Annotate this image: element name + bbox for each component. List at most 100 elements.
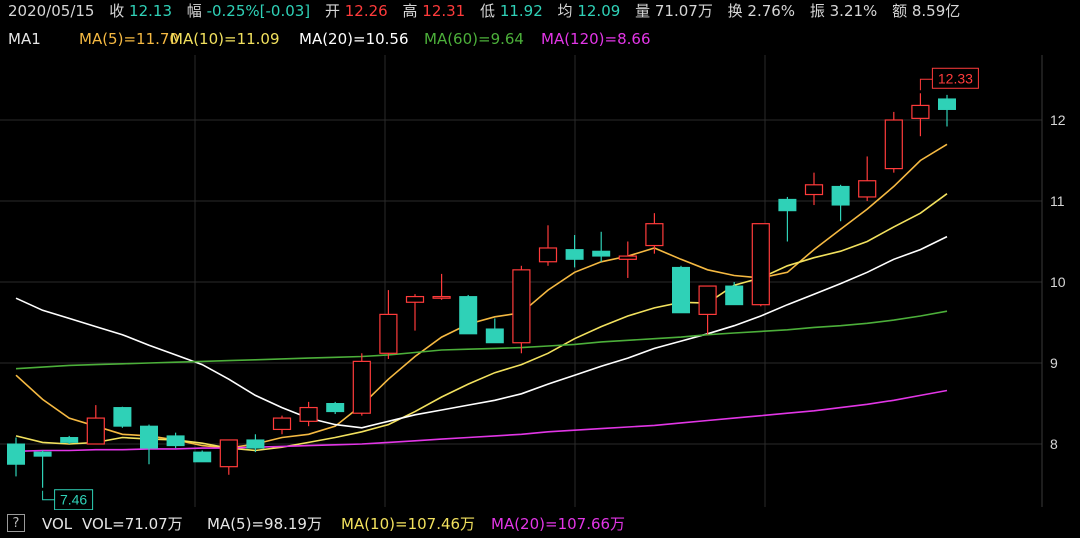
candle	[219, 439, 238, 475]
avg-value: 12.09	[577, 2, 621, 20]
close-label: 收	[109, 2, 125, 20]
candle	[7, 437, 25, 477]
open-label: 开	[324, 2, 340, 20]
candle	[884, 111, 903, 173]
candle	[193, 450, 212, 463]
candle-body	[113, 407, 132, 427]
candle-body	[326, 403, 345, 413]
candle	[113, 406, 132, 428]
low-label: 低	[480, 2, 496, 20]
ma-indicator-name[interactable]: MA1	[8, 27, 41, 51]
candle-body	[485, 328, 504, 344]
min-marker-leader	[42, 490, 55, 501]
candle-body	[645, 223, 664, 247]
candle	[459, 294, 478, 335]
candle-body	[166, 435, 185, 447]
y-tick-label: 8	[1050, 436, 1058, 452]
candle-body	[618, 255, 637, 260]
candle-body	[60, 437, 79, 443]
candlestick-chart[interactable]: 8 9 10 11 12 12.33 7.46	[0, 52, 1080, 510]
vol-ma20-legend: MA(20)=107.66万	[491, 515, 626, 533]
candle-body	[751, 223, 770, 306]
candle	[60, 435, 79, 444]
vol-ma10-legend: MA(10)=107.46万	[341, 515, 476, 533]
candle	[352, 353, 371, 416]
candle	[698, 285, 717, 335]
candle	[405, 294, 425, 331]
ma10-legend: MA(10)=11.09	[170, 30, 280, 48]
candle-body	[272, 417, 292, 431]
volume-label: 量	[635, 2, 651, 20]
ma-legend: MA1 MA(5)=11.70 MA(10)=11.09 MA(20)=10.5…	[0, 27, 1080, 51]
ma120-legend: MA(120)=8.66	[541, 30, 651, 48]
max-marker-leader	[919, 78, 933, 91]
candle-body	[140, 425, 158, 449]
candle	[379, 290, 398, 359]
volume-legend: ? VOL VOL=71.07万 MA(5)=98.19万 MA(10)=107…	[0, 512, 1080, 536]
candle	[751, 223, 770, 307]
turnover-label: 换	[727, 2, 743, 20]
ma5-legend: MA(5)=11.70	[79, 30, 179, 48]
candle-body	[672, 266, 690, 314]
candle-body	[858, 180, 877, 198]
candle-body	[884, 119, 903, 170]
candle	[645, 213, 664, 254]
candle	[831, 184, 850, 222]
candle	[86, 405, 105, 445]
max-marker-label: 12.33	[938, 70, 973, 86]
candle-body	[459, 296, 478, 335]
candle-body	[379, 313, 398, 354]
candle-body	[804, 184, 824, 196]
open-value: 12.26	[344, 2, 388, 20]
candle-body	[512, 269, 531, 344]
ma20-line	[15, 235, 948, 429]
vol-legend: VOL=71.07万	[82, 515, 183, 533]
candle	[725, 282, 744, 306]
candle-body	[7, 443, 25, 465]
candle-body	[911, 104, 930, 119]
candle-body	[698, 285, 717, 315]
candle-body	[778, 198, 797, 212]
candle	[512, 265, 531, 354]
candle	[140, 424, 158, 465]
candle	[911, 93, 930, 137]
high-label: 高	[402, 2, 418, 20]
amount-value: 8.59亿	[911, 2, 961, 20]
amplitude-value: 3.21%	[829, 2, 878, 20]
vol-indicator-name[interactable]: VOL	[42, 512, 72, 536]
high-value: 12.31	[422, 2, 466, 20]
candle	[592, 231, 611, 262]
candle-body	[831, 185, 850, 206]
candle	[272, 415, 292, 435]
avg-label: 均	[557, 2, 573, 20]
y-tick-label: 12	[1050, 112, 1066, 128]
vol-ma5-legend: MA(5)=98.19万	[207, 515, 322, 533]
y-tick-label: 10	[1050, 274, 1066, 290]
candle-body	[33, 451, 52, 457]
candle	[858, 156, 877, 201]
turnover-value: 2.76%	[747, 2, 796, 20]
candle	[33, 450, 52, 488]
candle-body	[219, 439, 238, 468]
candle-body	[592, 250, 611, 257]
candle	[938, 94, 956, 127]
candle	[538, 225, 558, 266]
quote-date: 2020/05/15	[8, 2, 95, 20]
candle-body	[352, 360, 371, 414]
volume-value: 71.07万	[654, 2, 713, 20]
candle-body	[246, 439, 265, 449]
close-value: 12.13	[129, 2, 172, 20]
candle	[432, 273, 451, 300]
amplitude-label: 振	[809, 2, 825, 20]
change-label: 幅	[186, 2, 202, 20]
candle	[299, 401, 318, 427]
candle-body	[405, 295, 425, 303]
change-value: -0.25%[-0.03]	[206, 2, 311, 20]
min-marker-label: 7.46	[60, 492, 87, 508]
candle	[326, 401, 345, 415]
ma60-legend: MA(60)=9.64	[424, 30, 524, 48]
amount-label: 额	[892, 2, 908, 20]
candle	[778, 196, 797, 242]
ma20-legend: MA(20)=10.56	[299, 30, 409, 48]
help-button[interactable]: ?	[7, 514, 25, 532]
